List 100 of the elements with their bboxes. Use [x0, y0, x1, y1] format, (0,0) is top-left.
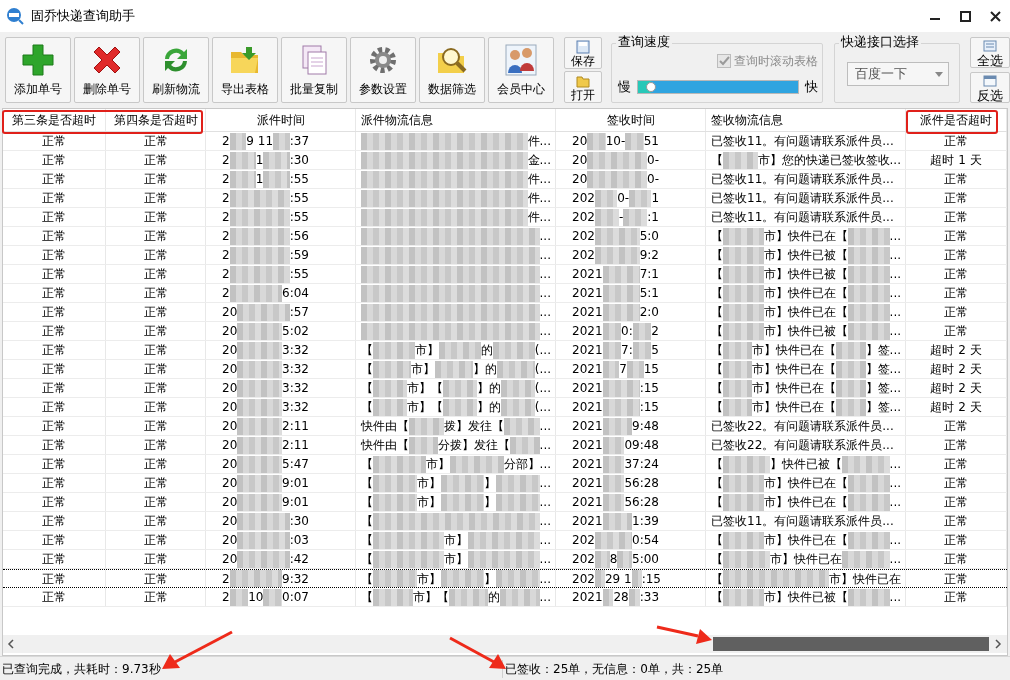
toolbar-button[interactable]: 导出表格: [212, 37, 278, 103]
toolbar-button[interactable]: 会员中心: [488, 37, 554, 103]
folder-icon: [576, 73, 590, 88]
cell-text: 2: [222, 152, 230, 169]
cell-text: 2: [222, 589, 230, 606]
toolbar-button[interactable]: 数据筛选: [419, 37, 485, 103]
table-cell: 已签收11。有问题请联系派件员...: [706, 189, 906, 207]
table-cell: 正常: [906, 493, 1007, 511]
cell-text: 3:32: [282, 399, 309, 416]
cell-text: 2: [222, 190, 230, 207]
dropdown[interactable]: 百度一下: [847, 62, 949, 86]
cell-text: 2:0: [639, 304, 659, 321]
table-cell: 正常: [3, 398, 106, 416]
blurred-region: [504, 417, 540, 435]
slider-thumb[interactable]: [645, 81, 656, 92]
cell-text: 市】【: [412, 589, 449, 606]
blurred-region: [602, 474, 625, 492]
small-button[interactable]: 保存: [564, 37, 602, 69]
column-header[interactable]: 派件时间: [206, 109, 356, 131]
cell-text: 9 11: [246, 133, 274, 150]
cell-text: 2021: [572, 380, 603, 397]
cell-text: 】签...: [865, 361, 901, 378]
cell-text: 市】快件已在【: [752, 399, 837, 416]
cell-text: ...: [539, 570, 551, 587]
cell-text: :1: [647, 209, 659, 226]
cell-text: 20: [222, 418, 238, 435]
cell-text: :33: [639, 589, 659, 606]
toolbar-button[interactable]: 刷新物流: [143, 37, 209, 103]
cell-text: 【: [361, 551, 373, 568]
cell-text: 2021: [572, 513, 603, 530]
cell-text: 0-: [617, 190, 630, 207]
maximize-icon: [959, 10, 971, 22]
cell-text: 0-: [647, 152, 659, 169]
blurred-region: [229, 284, 283, 302]
table-cell: 正常: [106, 512, 206, 530]
table-cell: 正常: [3, 436, 106, 454]
column-header[interactable]: 派件物流信息: [356, 109, 556, 131]
cell-text: 2: [222, 171, 230, 188]
blurred-region: [602, 341, 622, 359]
cell-text: 分拨】发往【: [438, 437, 511, 454]
toolbar-button[interactable]: 参数设置: [350, 37, 416, 103]
cell-text: 2: [222, 266, 230, 283]
blurred-region: [836, 398, 866, 416]
blurred-region: [496, 474, 540, 492]
horizontal-scrollbar[interactable]: [3, 635, 1007, 653]
window-title: 固乔快递查询助手: [31, 7, 135, 26]
table-cell: 正常: [906, 132, 1007, 150]
scroll-right-icon[interactable]: [994, 639, 1002, 649]
scrollbar-thumb[interactable]: [713, 637, 989, 651]
cell-text: 【: [711, 589, 723, 606]
table-cell: 正常: [106, 531, 206, 549]
dropdown-value: 百度一下: [855, 65, 908, 84]
small-button[interactable]: 全选: [970, 37, 1010, 68]
blurred-region: [723, 322, 765, 340]
cell-text: 0-: [647, 171, 659, 188]
table-cell: 正常: [106, 132, 206, 150]
cell-text: 市】: [414, 342, 439, 359]
column-header[interactable]: 第三条是否超时: [3, 109, 106, 131]
table-cell: 正常: [106, 208, 206, 226]
annotation-arrow: [162, 630, 233, 669]
scroll-left-icon[interactable]: [7, 639, 15, 649]
table-cell: 正常: [3, 455, 106, 473]
table-cell: 正常: [906, 474, 1007, 492]
toolbar-button[interactable]: 添加单号: [5, 37, 71, 103]
table-cell: 正常: [3, 417, 106, 435]
cell-text: 2: [222, 209, 230, 226]
cell-text: :30: [289, 152, 309, 169]
column-header[interactable]: 签收时间: [556, 109, 706, 131]
cell-text: -: [618, 209, 624, 226]
blurred-region: [842, 455, 890, 473]
toolbar-button[interactable]: 删除单号: [74, 37, 140, 103]
table-cell: 正常: [906, 417, 1007, 435]
cell-text: ...: [539, 228, 551, 245]
table-cell: 正常: [106, 417, 206, 435]
blurred-region: [229, 208, 290, 226]
toolbar-button[interactable]: 批量复制: [281, 37, 347, 103]
column-header[interactable]: 第四条是否超时: [106, 109, 206, 131]
cell-text: 56:28: [624, 475, 659, 492]
column-header[interactable]: 签收物流信息: [706, 109, 906, 131]
column-header[interactable]: 派件是否超时: [906, 109, 1007, 131]
cell-text: :15: [639, 380, 659, 397]
cell-text: 5:47: [282, 456, 309, 473]
cell-text: 市】: [444, 551, 469, 568]
cell-text: ...: [539, 513, 551, 530]
blurred-region: [237, 360, 283, 378]
cell-text: 市】: [426, 456, 451, 473]
small-button[interactable]: 打开: [564, 71, 602, 103]
small-button[interactable]: 反选: [970, 72, 1010, 103]
cell-text: 市】您的快递已签收签收...: [757, 152, 901, 169]
cell-text: 】: [484, 494, 497, 511]
table-cell: 正常: [3, 322, 106, 340]
cell-text: ...: [539, 589, 551, 606]
cell-text: 市】: [444, 532, 469, 549]
blurred-region: [373, 550, 445, 568]
cell-text: 【: [711, 323, 723, 340]
cell-text: 202: [572, 532, 595, 549]
cell-text: 202: [572, 190, 595, 207]
annotation-arrow: [656, 625, 712, 644]
cell-text: 】: [484, 570, 497, 587]
blurred-region: [723, 531, 765, 549]
